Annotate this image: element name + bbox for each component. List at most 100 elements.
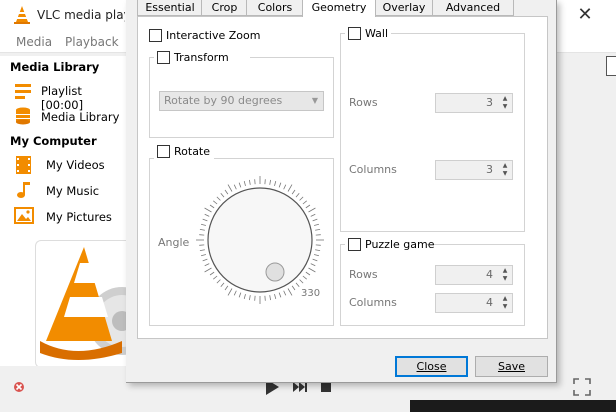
- tab-crop[interactable]: Crop: [201, 0, 248, 16]
- dial-tick: [227, 184, 233, 192]
- dial-tick: [308, 267, 316, 273]
- dial-tick: [209, 204, 215, 209]
- angle-label: Angle: [158, 236, 190, 249]
- dial-knob[interactable]: [265, 262, 285, 282]
- chevron-down-icon: ▼: [311, 96, 318, 105]
- menu-media[interactable]: Media: [16, 35, 52, 49]
- dial-tick: [302, 200, 307, 205]
- error-status-icon[interactable]: [12, 380, 26, 394]
- puzzle-label: Puzzle game: [365, 238, 435, 251]
- dial-tick: [204, 213, 210, 217]
- tab-colors[interactable]: Colors: [246, 0, 304, 16]
- wall-columns-spinbox[interactable]: 3 ▲ ▼: [435, 160, 513, 180]
- transform-label: Transform: [174, 51, 229, 64]
- spin-down-icon[interactable]: ▼: [500, 103, 510, 111]
- transform-checkbox[interactable]: [157, 51, 170, 64]
- puzzle-rows-spinbox[interactable]: 4 ▲ ▼: [435, 265, 513, 285]
- rotate-checkbox[interactable]: [157, 145, 170, 158]
- dial-tick: [199, 229, 205, 231]
- dial-tick: [249, 295, 251, 301]
- dial-tick: [315, 249, 321, 251]
- vlc-cone-icon: [40, 247, 156, 360]
- dial-tick: [274, 293, 277, 300]
- interactive-zoom-label: Interactive Zoom: [166, 29, 261, 42]
- dial-tick: [249, 179, 251, 185]
- dial-tick: [305, 204, 311, 209]
- dial-tick: [243, 293, 246, 300]
- puzzle-checkbox[interactable]: [348, 238, 361, 251]
- adjustments-dialog: Essential Crop Colors Geometry Overlay A…: [126, 0, 557, 383]
- sidebar-item-my-pictures[interactable]: My Pictures: [46, 210, 112, 224]
- tab-essential[interactable]: Essential: [137, 0, 203, 16]
- dial-tick: [233, 184, 237, 190]
- spin-up-icon[interactable]: ▲: [500, 295, 510, 303]
- dial-tick: [274, 180, 277, 187]
- dial-tick: [204, 267, 212, 273]
- dial-tick: [283, 184, 287, 190]
- spin-up-icon[interactable]: ▲: [500, 162, 510, 170]
- rotate-label: Rotate: [174, 145, 211, 158]
- dial-tick: [238, 292, 242, 298]
- sidebar-item-playlist[interactable]: Playlist [00:00]: [41, 84, 126, 112]
- wall-group: [340, 33, 525, 232]
- dial-tick: [299, 279, 304, 284]
- puzzle-columns-value: 4: [486, 296, 493, 309]
- dial-tick: [269, 179, 271, 185]
- spin-down-icon[interactable]: ▼: [500, 275, 510, 283]
- dial-tick: [200, 223, 207, 226]
- dial-tick: [295, 282, 300, 287]
- video-area: [410, 400, 616, 412]
- dial-tick: [310, 263, 316, 267]
- sidebar-item-media-library[interactable]: Media Library: [41, 110, 119, 124]
- wall-columns-value: 3: [486, 163, 493, 176]
- menu-playback[interactable]: Playback: [65, 35, 119, 49]
- dial-tick: [227, 288, 233, 296]
- spin-down-icon[interactable]: ▼: [500, 303, 510, 311]
- dial-tick: [315, 229, 321, 231]
- angle-dial[interactable]: [194, 174, 326, 306]
- puzzle-columns-spinbox[interactable]: 4 ▲ ▼: [435, 293, 513, 313]
- close-window-icon[interactable]: ✕: [573, 4, 597, 26]
- spin-up-icon[interactable]: ▲: [500, 267, 510, 275]
- save-button[interactable]: Save: [475, 356, 548, 377]
- dial-tick: [291, 285, 296, 291]
- dial-tick: [287, 184, 293, 192]
- wall-checkbox[interactable]: [348, 27, 361, 40]
- tab-geometry[interactable]: Geometry: [302, 0, 376, 17]
- dial-tick: [312, 218, 318, 222]
- puzzle-rows-label: Rows: [349, 268, 378, 281]
- wall-columns-label: Columns: [349, 163, 397, 176]
- tab-overlay[interactable]: Overlay: [374, 0, 434, 16]
- dial-tick: [291, 189, 296, 195]
- dial-tick: [278, 292, 282, 298]
- wall-label: Wall: [365, 27, 389, 40]
- wall-rows-label: Rows: [349, 96, 378, 109]
- dial-tick: [216, 196, 221, 201]
- spin-up-icon[interactable]: ▲: [500, 95, 510, 103]
- media-library-heading: Media Library: [10, 60, 100, 74]
- dial-tick: [220, 193, 225, 198]
- transform-select[interactable]: Rotate by 90 degrees ▼: [159, 91, 324, 111]
- save-button-label: Save: [497, 360, 525, 373]
- close-button[interactable]: Close: [395, 356, 468, 377]
- picture-icon: [14, 207, 34, 224]
- dial-tick: [243, 180, 246, 187]
- fullscreen-icon[interactable]: [573, 378, 591, 396]
- sidebar-item-my-music[interactable]: My Music: [46, 184, 99, 198]
- dial-tick: [287, 288, 293, 296]
- dial-tick: [269, 295, 271, 301]
- vlc-cone-artwork: [35, 240, 156, 368]
- database-icon: [16, 107, 30, 125]
- spin-down-icon[interactable]: ▼: [500, 170, 510, 178]
- wall-rows-spinbox[interactable]: 3 ▲ ▼: [435, 93, 513, 113]
- vlc-logo-icon: [14, 6, 30, 24]
- tab-advanced[interactable]: Advanced: [432, 0, 514, 16]
- sidebar-item-my-videos[interactable]: My Videos: [46, 158, 105, 172]
- interactive-zoom-checkbox[interactable]: [149, 29, 162, 42]
- dial-tick: [216, 279, 221, 284]
- dial-tick: [312, 258, 318, 262]
- dial-tick: [295, 193, 300, 198]
- puzzle-rows-value: 4: [486, 268, 493, 281]
- angle-value-label: 330: [301, 288, 321, 299]
- search-field-edge[interactable]: [606, 56, 616, 76]
